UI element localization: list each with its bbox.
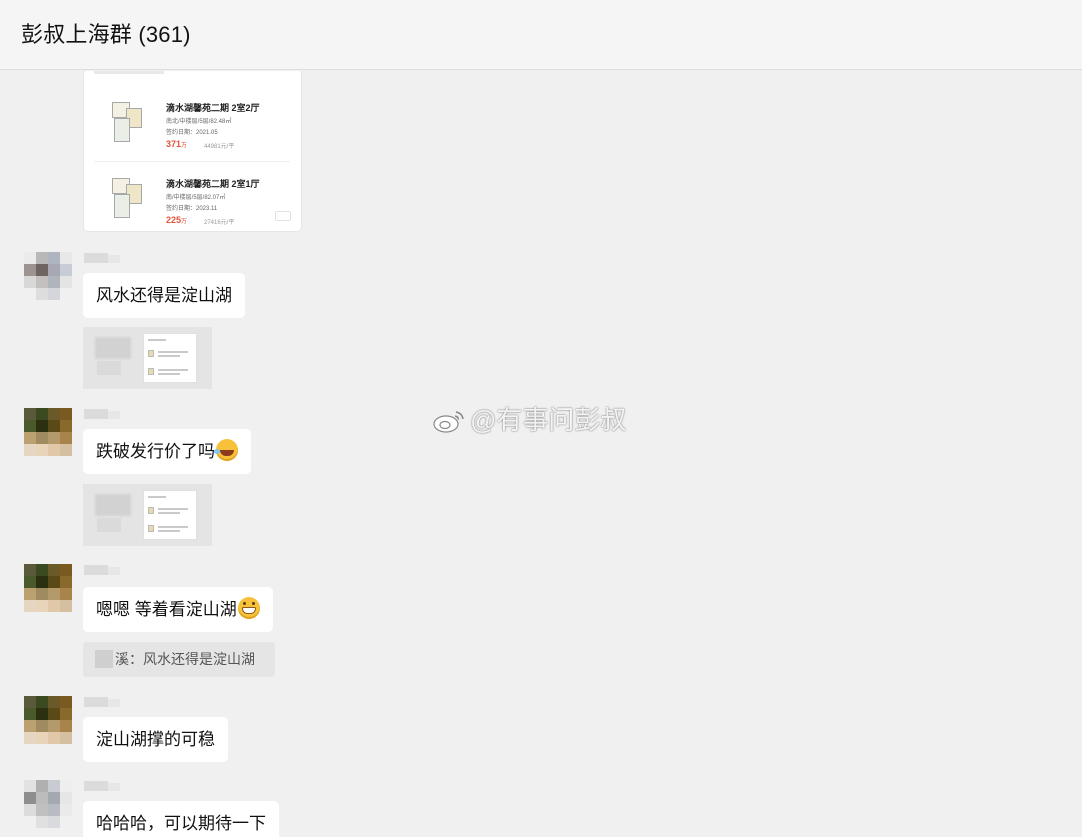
avatar[interactable]	[24, 408, 72, 456]
sender-name-blurred	[84, 697, 120, 707]
watermark-stamp	[275, 211, 291, 221]
listing-price: 371万	[166, 139, 188, 149]
listing-price: 225万	[166, 215, 188, 225]
weibo-watermark: @有事问彭叔	[432, 400, 626, 440]
blurred-content	[95, 494, 131, 516]
rolling-on-floor-laughing-emoji	[214, 439, 238, 461]
listing-title: 滴水湖馨苑二期 2室2厅	[166, 103, 260, 113]
blurred-content	[97, 361, 121, 375]
divider	[94, 161, 290, 162]
listing-unit-price: 27416元/平	[204, 220, 235, 226]
blurred-content	[97, 518, 121, 532]
floor-plan-icon	[112, 178, 142, 218]
message-bubble[interactable]: 哈哈哈，可以期待一下	[83, 801, 279, 837]
listing-meta: 南/中楼层/5层/82.07㎡	[166, 195, 226, 201]
image-thumbnail	[143, 490, 197, 540]
sender-name-blurred	[84, 409, 120, 419]
listing-item: 滴水湖馨苑二期 2室2厅 南北/中楼层/5层/82.48㎡ 签约日期：2021.…	[94, 94, 290, 164]
message-bubble[interactable]: 嗯嗯 等着看淀山湖	[83, 587, 273, 632]
sender-name-blurred	[84, 253, 120, 263]
avatar[interactable]	[24, 252, 72, 300]
listing-title: 滴水湖馨苑二期 2室1厅	[166, 179, 260, 189]
grinning-emoji	[237, 597, 260, 619]
sender-name-blurred	[84, 565, 120, 575]
sender-name-blurred	[84, 781, 120, 791]
quoted-reply[interactable]: 溪：风水还得是淀山湖	[83, 642, 275, 677]
listing-image-message[interactable]: 滴水湖馨苑二期 2室2厅 南北/中楼层/5层/82.48㎡ 签约日期：2021.…	[83, 71, 302, 232]
card-cropped-header	[94, 71, 164, 74]
forwarded-image-message[interactable]	[83, 484, 212, 546]
chat-history[interactable]: 滴水湖馨苑二期 2室2厅 南北/中楼层/5层/82.48㎡ 签约日期：2021.…	[0, 71, 1082, 837]
avatar[interactable]	[24, 780, 72, 828]
chat-header: 彭叔上海群 (361)	[0, 0, 1082, 70]
blurred-sender	[95, 650, 113, 668]
listing-unit-price: 44981元/平	[204, 144, 235, 150]
avatar[interactable]	[24, 564, 72, 612]
listing-date: 签约日期：2023.11	[166, 206, 218, 212]
listing-date: 签约日期：2021.05	[166, 130, 218, 136]
listing-meta: 南北/中楼层/5层/82.48㎡	[166, 119, 232, 125]
blurred-content	[95, 337, 131, 359]
chat-title[interactable]: 彭叔上海群 (361)	[21, 17, 191, 49]
listing-item: 滴水湖馨苑二期 2室1厅 南/中楼层/5层/82.07㎡ 签约日期：2023.1…	[94, 170, 290, 231]
forwarded-image-message[interactable]	[83, 327, 212, 389]
message-bubble[interactable]: 风水还得是淀山湖	[83, 273, 245, 318]
message-bubble[interactable]: 跌破发行价了吗	[83, 429, 251, 474]
weibo-icon	[433, 411, 464, 433]
avatar[interactable]	[24, 696, 72, 744]
message-bubble[interactable]: 淀山湖撑的可稳	[83, 717, 228, 762]
floor-plan-icon	[112, 102, 142, 142]
quoted-text: 溪：风水还得是淀山湖	[115, 651, 255, 667]
image-thumbnail	[143, 333, 197, 383]
